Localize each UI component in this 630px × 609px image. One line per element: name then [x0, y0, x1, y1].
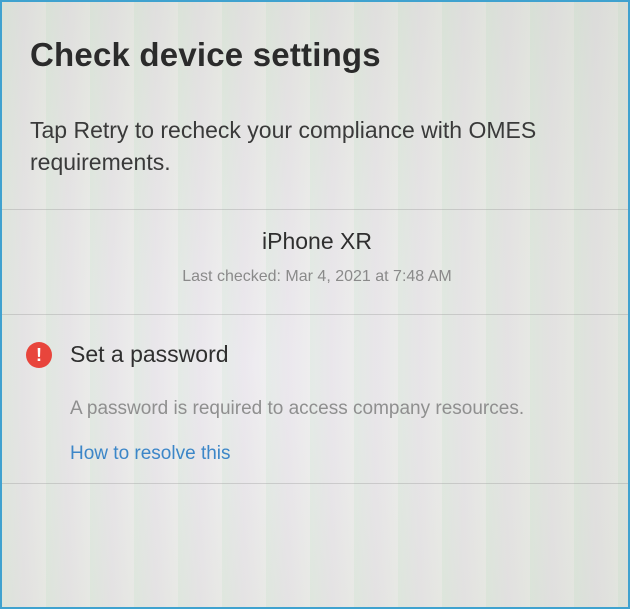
page-title: Check device settings — [30, 36, 381, 73]
divider — [2, 209, 628, 210]
last-checked-timestamp: Last checked: Mar 4, 2021 at 7:48 AM — [182, 268, 452, 285]
device-name: iPhone XR — [262, 228, 372, 254]
how-to-resolve-link[interactable]: How to resolve this — [70, 443, 231, 465]
divider — [2, 314, 628, 315]
page-description: Tap Retry to recheck your compliance wit… — [30, 117, 537, 175]
issue-title: Set a password — [70, 341, 229, 367]
exclamation-icon: ! — [26, 342, 52, 368]
issue-description: A password is required to access company… — [70, 398, 525, 419]
screen-frame: Check device settings Tap Retry to reche… — [0, 0, 630, 609]
divider — [2, 483, 628, 484]
